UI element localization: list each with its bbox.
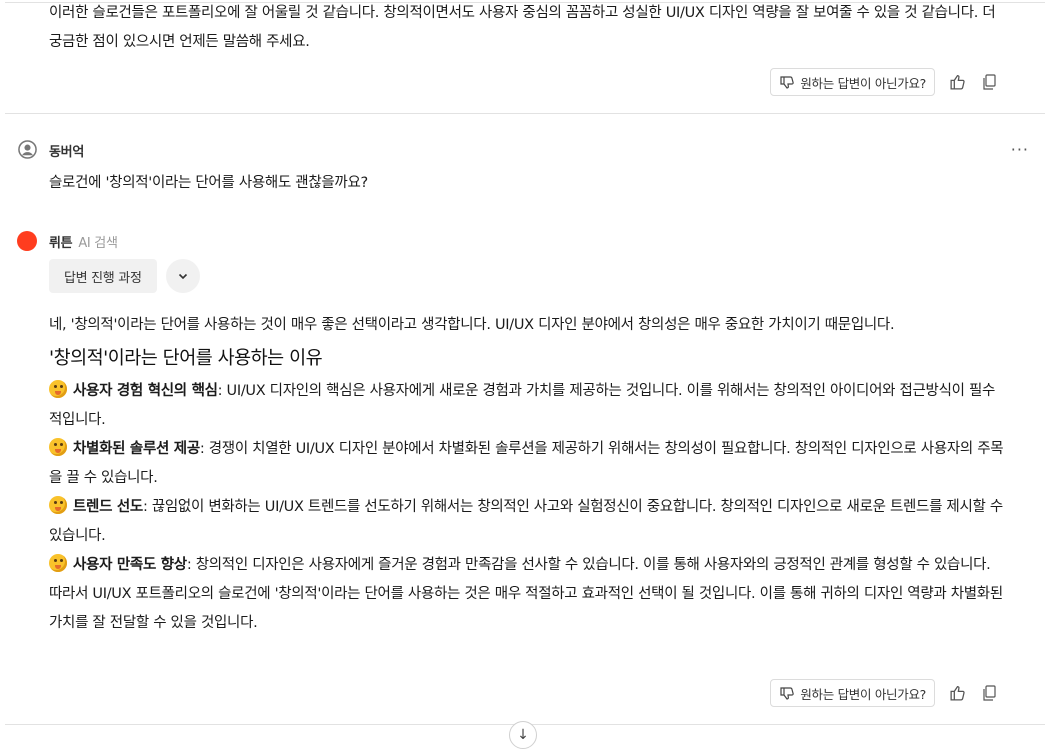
reason-text: : 끊임없이 변화하는 UI/UX 트렌드를 선도하기 위해서는 창의적인 사고…	[49, 499, 1003, 544]
scroll-down-button[interactable]: ↓	[509, 721, 537, 749]
answer-process-button[interactable]: 답변 진행 과정	[49, 259, 157, 293]
ai-intro-text: 네, '창의적'이라는 단어를 사용하는 것이 매우 좋은 선택이라고 생각합니…	[49, 317, 895, 333]
copy-button[interactable]	[979, 72, 999, 92]
previous-answer-text: 이러한 슬로건들은 포트폴리오에 잘 어울릴 것 같습니다. 창의적이면서도 사…	[49, 5, 996, 50]
thumbs-down-icon	[780, 687, 795, 700]
thinking-face-icon	[49, 496, 67, 514]
copy-button[interactable]	[979, 683, 999, 703]
not-wanted-answer-button[interactable]: 원하는 답변이 아닌가요?	[770, 679, 935, 707]
ai-conclusion-text: 따라서 UI/UX 포트폴리오의 슬로건에 '창의적'이라는 단어를 사용하는 …	[49, 586, 1003, 631]
thumbs-up-icon	[949, 685, 965, 701]
expand-process-button[interactable]	[166, 259, 200, 293]
reason-item: 사용자 만족도 향상: 창의적인 디자인은 사용자에게 즐거운 경험과 만족감을…	[49, 551, 1004, 580]
reason-title: 트렌드 선도	[73, 499, 143, 515]
previous-feedback-bar: 원하는 답변이 아닌가요?	[770, 68, 999, 96]
more-options-button[interactable]: ···	[1011, 140, 1029, 159]
ai-feedback-bar: 원하는 답변이 아닌가요?	[770, 679, 999, 707]
ai-author-line: 뤼튼 AI 검색	[49, 232, 118, 251]
not-wanted-answer-button[interactable]: 원하는 답변이 아닌가요?	[770, 68, 935, 96]
thumbs-down-icon	[780, 76, 795, 89]
not-wanted-answer-label: 원하는 답변이 아닌가요?	[800, 686, 926, 702]
like-button[interactable]	[947, 72, 967, 92]
arrow-down-icon: ↓	[517, 727, 529, 743]
thumbs-up-icon	[949, 74, 965, 90]
reason-title: 차별화된 솔루션 제공	[73, 441, 200, 457]
ai-search-tag: AI 검색	[78, 236, 118, 251]
copy-icon	[983, 684, 996, 701]
like-button[interactable]	[947, 683, 967, 703]
thinking-face-icon	[49, 554, 67, 572]
thinking-face-icon	[49, 380, 67, 398]
ai-section-heading: '창의적'이라는 단어를 사용하는 이유	[49, 348, 323, 369]
reason-title: 사용자 만족도 향상	[73, 557, 187, 573]
message-divider	[5, 113, 1045, 114]
thinking-face-icon	[49, 438, 67, 456]
user-avatar-icon	[18, 140, 37, 159]
reason-text: : 창의적인 디자인은 사용자에게 즐거운 경험과 만족감을 선사할 수 있습니…	[186, 557, 991, 573]
reason-item: 사용자 경험 혁신의 핵심: UI/UX 디자인의 핵심은 사용자에게 새로운 …	[49, 377, 1004, 435]
reason-list: 사용자 경험 혁신의 핵심: UI/UX 디자인의 핵심은 사용자에게 새로운 …	[49, 377, 1004, 638]
user-message-text: 슬로건에 '창의적'이라는 단어를 사용해도 괜찮을까요?	[49, 175, 368, 191]
wrtn-avatar-icon	[17, 231, 37, 251]
chevron-down-icon	[178, 273, 188, 280]
reason-title: 사용자 경험 혁신의 핵심	[73, 383, 218, 399]
copy-icon	[983, 73, 996, 90]
reason-item: 트렌드 선도: 끊임없이 변화하는 UI/UX 트렌드를 선도하기 위해서는 창…	[49, 493, 1004, 551]
user-name: 동버억	[49, 145, 84, 160]
not-wanted-answer-label: 원하는 답변이 아닌가요?	[800, 75, 926, 91]
ai-name: 뤼튼	[49, 236, 73, 251]
reason-item: 차별화된 솔루션 제공: 경쟁이 치열한 UI/UX 디자인 분야에서 차별화된…	[49, 435, 1004, 493]
